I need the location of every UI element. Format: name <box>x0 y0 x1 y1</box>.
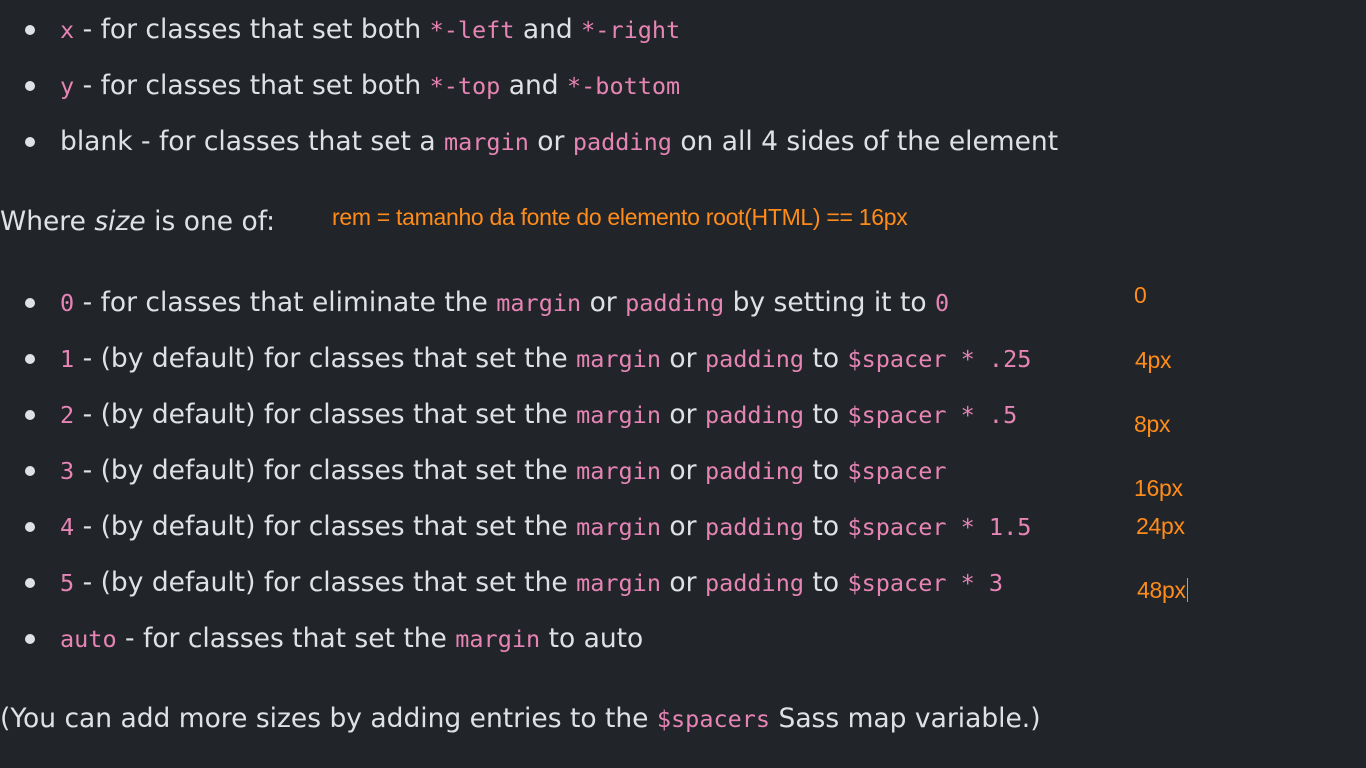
item-text: and <box>500 70 568 101</box>
list-bullet <box>25 410 35 420</box>
inline-code: y <box>60 72 75 100</box>
inline-code: 2 <box>60 401 75 429</box>
inline-code: margin <box>576 569 661 597</box>
inline-code: 0 <box>60 289 75 317</box>
inline-code: padding <box>625 289 725 317</box>
inline-code: *-bottom <box>567 72 681 100</box>
list-bullet <box>25 466 35 476</box>
inline-code: margin <box>576 457 661 485</box>
inline-code: x <box>60 16 75 44</box>
list-bullet <box>25 137 35 147</box>
footer-paragraph: (You can add more sizes by adding entrie… <box>0 703 1041 734</box>
inline-code: *-right <box>581 16 681 44</box>
inline-code: padding <box>704 457 804 485</box>
inline-code: padding <box>704 513 804 541</box>
inline-code: $spacers <box>656 705 771 733</box>
inline-code: *-left <box>429 16 515 44</box>
text-cursor <box>1186 578 1189 602</box>
item-text: on all 4 sides of the element <box>671 126 1059 157</box>
rem-annotation: rem = tamanho da fonte do elemento root(… <box>332 204 908 230</box>
size-emphasis: size <box>94 206 146 237</box>
inline-code: $spacer * 1.5 <box>847 513 1032 541</box>
inline-code: margin <box>496 289 582 317</box>
list-item-x: x - for classes that set both *-left and… <box>60 13 680 47</box>
px-annotation: 0 <box>1134 282 1147 308</box>
list-item-size-0: 0 - for classes that eliminate the margi… <box>60 287 950 318</box>
inline-code: $spacer * .5 <box>847 401 1018 429</box>
inline-code: margin <box>576 513 661 541</box>
inline-code: auto <box>60 625 117 653</box>
list-item-blank: blank - for classes that set a margin or… <box>60 125 1058 159</box>
inline-code: $spacer * 3 <box>847 569 1004 597</box>
list-bullet <box>25 634 35 644</box>
inline-code: 1 <box>60 345 75 373</box>
px-annotation: 4px <box>1135 347 1172 373</box>
px-annotation: 8px <box>1134 411 1171 437</box>
item-text: or <box>528 126 573 157</box>
list-item-size-2: 2 - (by default) for classes that set th… <box>60 399 1018 430</box>
inline-code: 5 <box>60 569 75 597</box>
list-item-size-3: 3 - (by default) for classes that set th… <box>60 455 947 486</box>
item-text: - for classes that set both <box>74 70 430 101</box>
list-bullet <box>25 354 35 364</box>
item-text: - for classes that set both <box>74 14 430 45</box>
inline-code: padding <box>704 401 804 429</box>
size-heading: Where size is one of: <box>0 206 276 237</box>
inline-code: padding <box>572 128 672 156</box>
px-annotation: 48px <box>1137 576 1189 604</box>
inline-code: *-top <box>429 72 501 100</box>
inline-code: padding <box>704 345 804 373</box>
item-text: blank - for classes that set a <box>60 126 444 157</box>
inline-code: margin <box>443 128 529 156</box>
list-item-y: y - for classes that set both *-top and … <box>60 69 680 103</box>
inline-code: margin <box>455 625 541 653</box>
item-text: and <box>514 14 582 45</box>
list-bullet <box>25 25 35 35</box>
list-bullet <box>25 298 35 308</box>
list-bullet <box>25 522 35 532</box>
inline-code: $spacer * .25 <box>847 345 1032 373</box>
inline-code: margin <box>576 345 661 373</box>
px-annotation: 16px <box>1134 475 1183 501</box>
list-item-size-4: 4 - (by default) for classes that set th… <box>60 511 1032 542</box>
px-annotation: 24px <box>1136 513 1185 539</box>
inline-code: 4 <box>60 513 75 541</box>
list-item-size-5: 5 - (by default) for classes that set th… <box>60 567 1004 598</box>
inline-code: 0 <box>935 289 950 317</box>
list-bullet <box>25 578 35 588</box>
inline-code: padding <box>704 569 804 597</box>
inline-code: $spacer <box>847 457 947 485</box>
list-bullet <box>25 81 35 91</box>
inline-code: 3 <box>60 457 75 485</box>
inline-code: margin <box>576 401 661 429</box>
list-item-auto: auto - for classes that set the margin t… <box>60 623 644 654</box>
list-item-size-1: 1 - (by default) for classes that set th… <box>60 343 1032 374</box>
